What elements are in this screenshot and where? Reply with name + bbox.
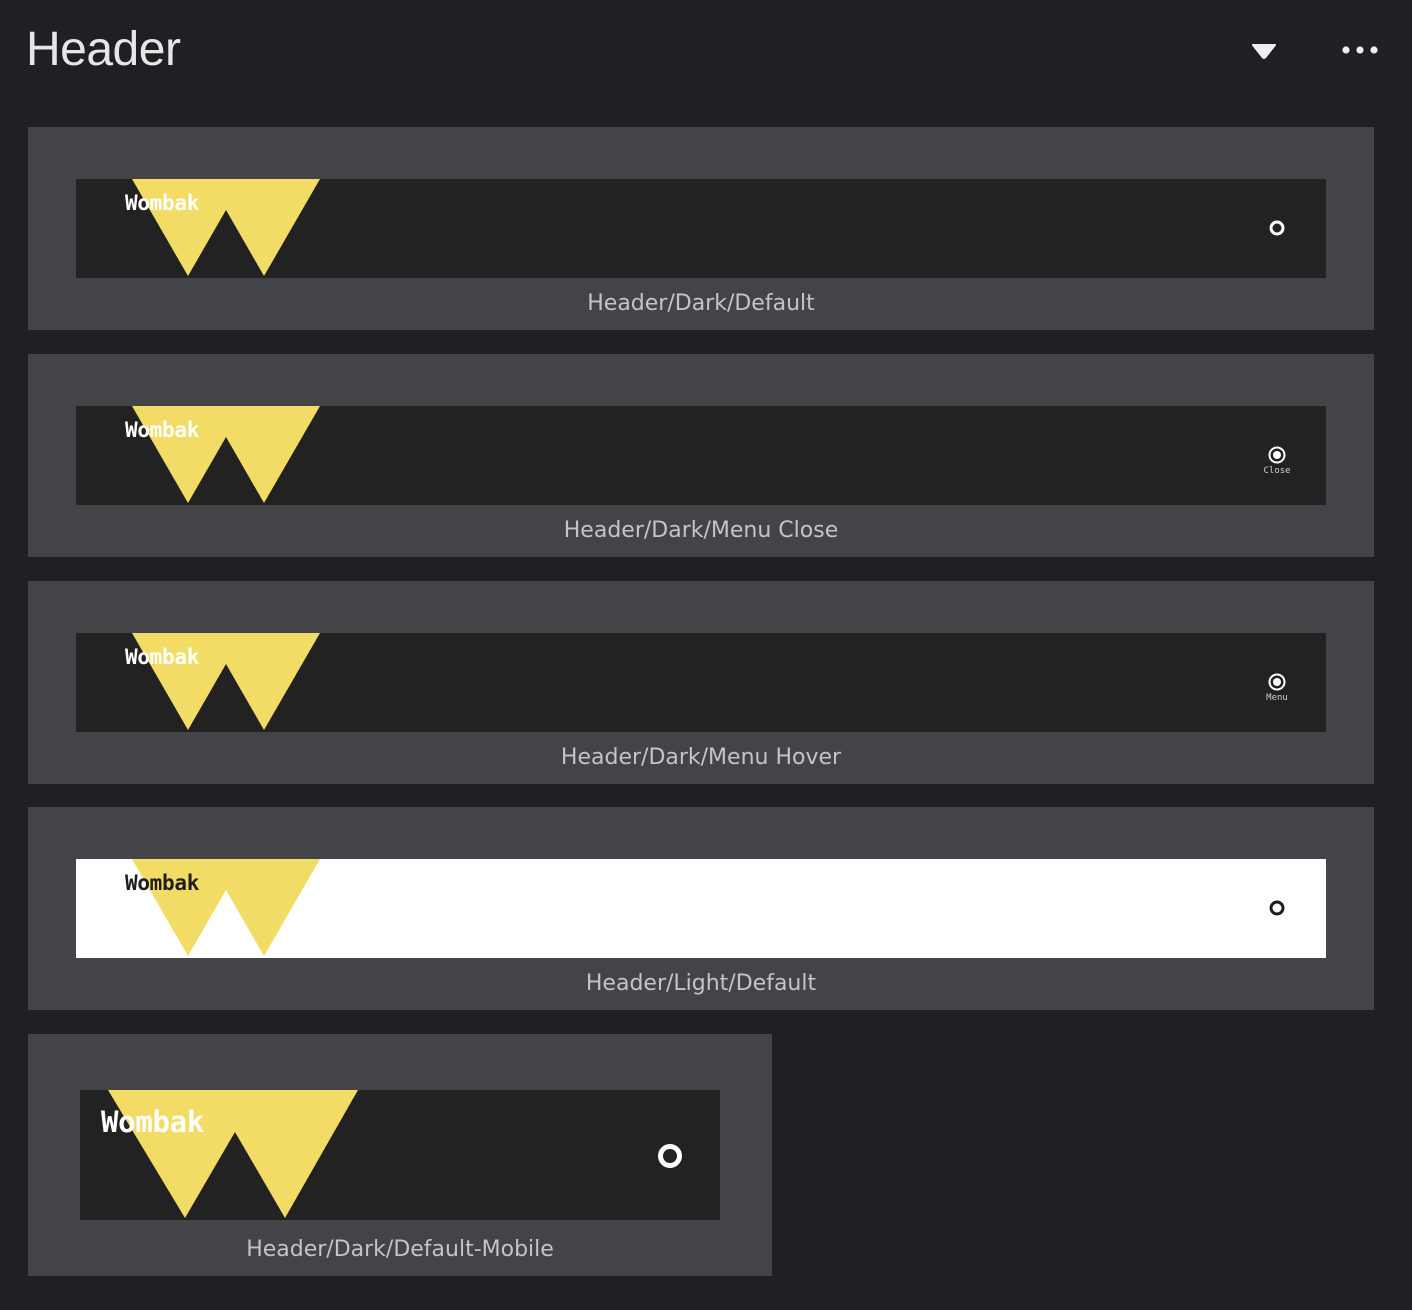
brand-wordmark: Wombak bbox=[125, 645, 200, 669]
brand-wordmark: Wombak bbox=[125, 191, 200, 215]
variant-card-dark-default[interactable]: Wombak Header/Dark/Default bbox=[28, 127, 1374, 330]
brand-wordmark: Wombak bbox=[125, 418, 200, 442]
menu-close-button[interactable]: Close bbox=[1262, 445, 1292, 477]
header-preview-dark: Wombak Menu bbox=[76, 633, 1326, 732]
menu-ring-icon bbox=[1269, 220, 1285, 236]
dropdown-triangle-icon[interactable] bbox=[1250, 40, 1278, 64]
variant-caption: Header/Dark/Menu Hover bbox=[560, 745, 842, 770]
variant-caption: Header/Dark/Menu Close bbox=[563, 518, 839, 543]
variant-card-dark-mobile[interactable]: Wombak Header/Dark/Default-Mobile bbox=[28, 1034, 772, 1276]
menu-ring-filled-icon bbox=[1268, 446, 1286, 464]
variant-caption: Header/Dark/Default bbox=[587, 291, 815, 316]
menu-toggle-button[interactable] bbox=[1262, 899, 1292, 917]
header-preview-light: Wombak bbox=[76, 859, 1326, 958]
variant-card-dark-menu-hover[interactable]: Wombak Menu Header/Dark/Menu Hover bbox=[28, 581, 1374, 784]
more-horizontal-icon[interactable] bbox=[1340, 40, 1380, 60]
page-title: Header bbox=[26, 23, 181, 76]
menu-ring-icon bbox=[1269, 900, 1285, 916]
menu-state-label: Close bbox=[1263, 466, 1291, 476]
header-preview-dark: Wombak bbox=[76, 179, 1326, 278]
menu-state-label: Menu bbox=[1266, 693, 1288, 703]
menu-toggle-button[interactable] bbox=[656, 1142, 684, 1170]
menu-open-button[interactable]: Menu bbox=[1262, 672, 1292, 704]
variant-card-dark-menu-close[interactable]: Wombak Close Header/Dark/Menu Close bbox=[28, 354, 1374, 557]
variant-card-light-default[interactable]: Wombak Header/Light/Default bbox=[28, 807, 1374, 1010]
menu-toggle-button[interactable] bbox=[1262, 219, 1292, 237]
variant-caption: Header/Light/Default bbox=[585, 971, 817, 996]
menu-ring-filled-icon bbox=[1268, 673, 1286, 691]
header-preview-dark-mobile: Wombak bbox=[80, 1090, 720, 1220]
brand-wordmark: Wombak bbox=[125, 871, 200, 895]
menu-ring-icon bbox=[658, 1144, 682, 1168]
brand-wordmark: Wombak bbox=[101, 1105, 204, 1139]
variant-caption: Header/Dark/Default-Mobile bbox=[246, 1237, 554, 1262]
header-preview-dark: Wombak Close bbox=[76, 406, 1326, 505]
